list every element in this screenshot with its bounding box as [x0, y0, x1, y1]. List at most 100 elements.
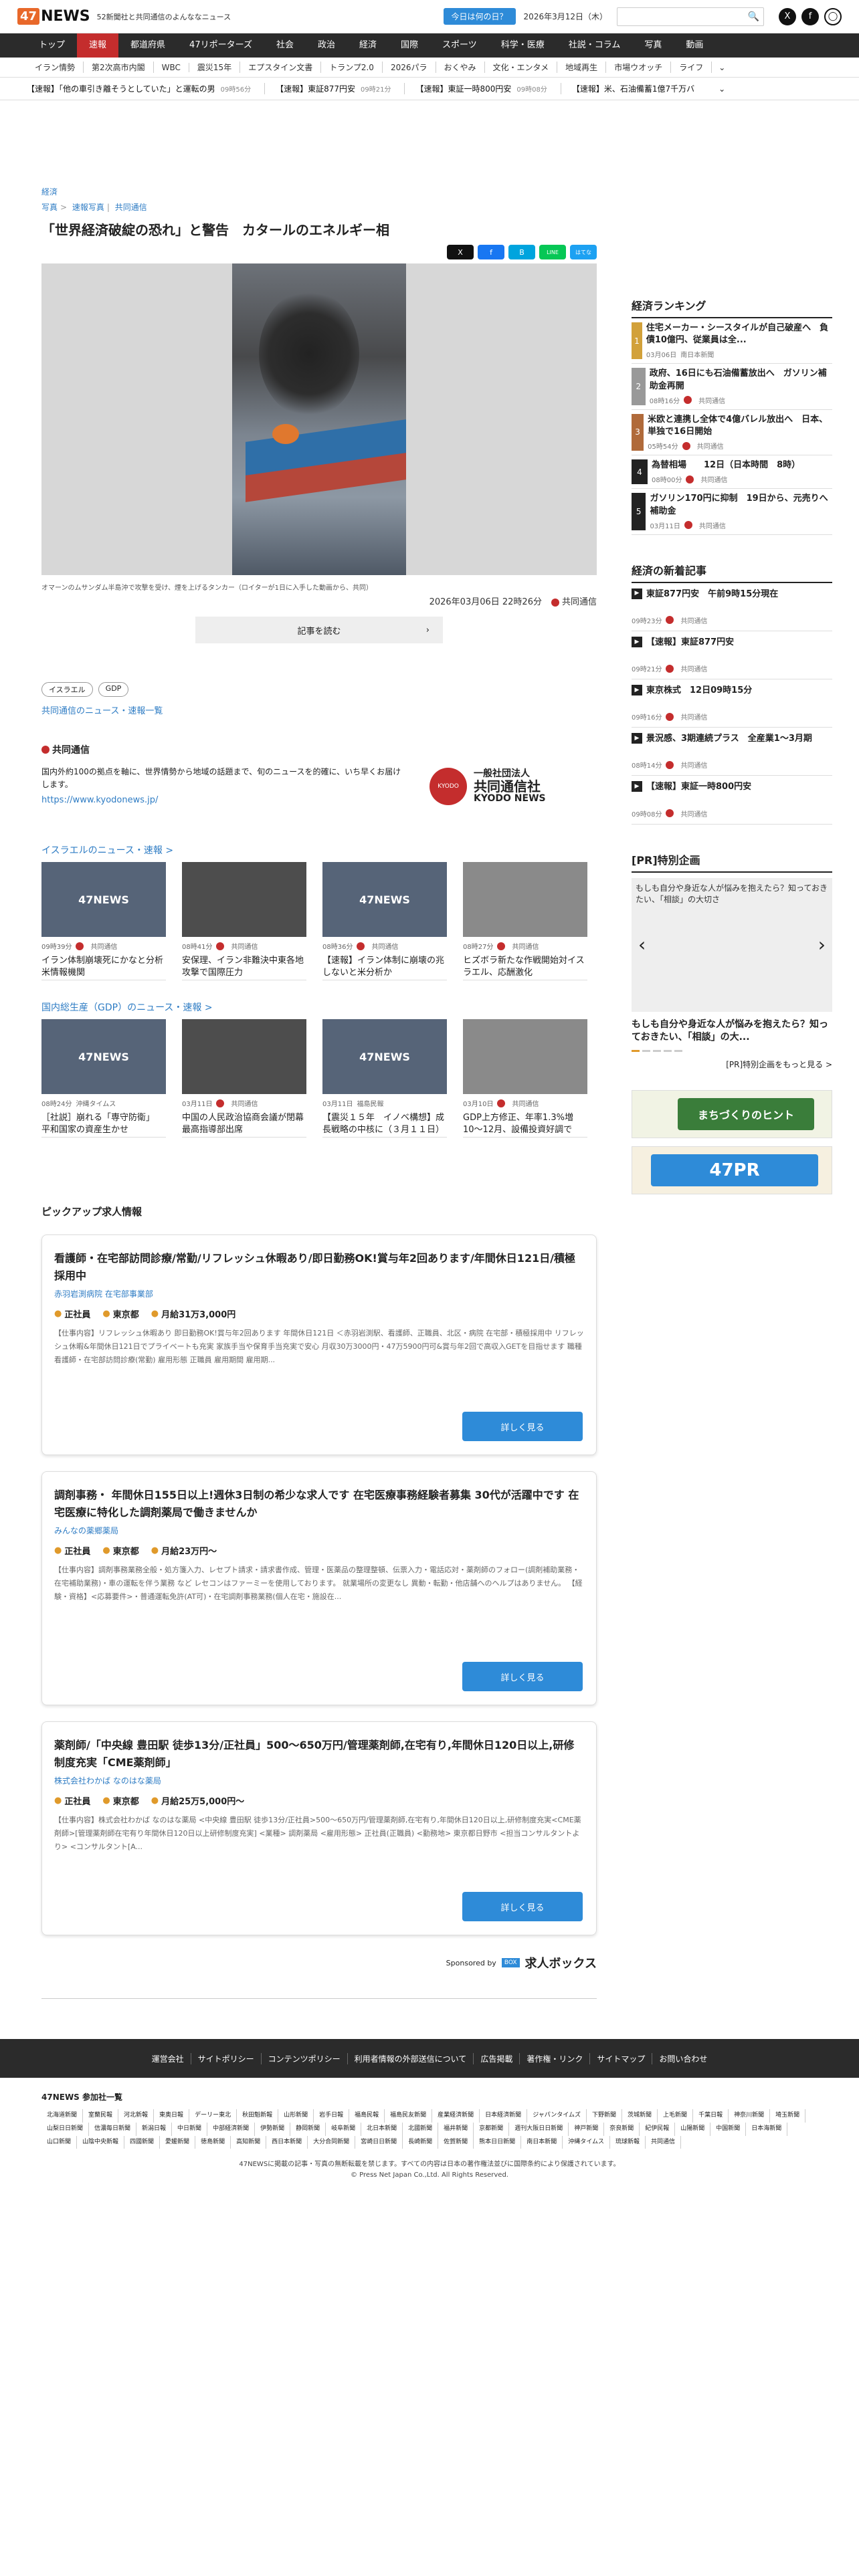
topic-item[interactable]: 地域再生 [557, 62, 607, 73]
job-detail-button[interactable]: 詳しく見る [462, 1662, 583, 1691]
topic-item[interactable]: イラン情勢 [27, 62, 84, 73]
job-card[interactable]: 薬剤師/「中央線 豊田駅 徒歩13分/正社員」500～650万円/管理薬剤師,在… [41, 1721, 597, 1935]
member-paper-link[interactable]: 茨城新聞 [622, 2109, 658, 2123]
ticker-item[interactable]: 【速報】「他の車引き離そうとしていた」と運転の男 09時56分 [27, 83, 266, 94]
nav-editorial[interactable]: 社説・コラム [557, 33, 633, 58]
member-paper-link[interactable]: 山形新聞 [278, 2109, 314, 2123]
newest-item[interactable]: ▶ 東証877円安 午前9時15分現在 09時23分 共同通信 [632, 583, 832, 631]
nav-photos[interactable]: 写真 [632, 33, 674, 58]
nav-videos[interactable]: 動画 [674, 33, 715, 58]
member-paper-link[interactable]: デーリー東北 [189, 2109, 237, 2123]
member-paper-link[interactable]: 中日新聞 [172, 2122, 208, 2136]
member-paper-link[interactable]: 上毛新聞 [658, 2109, 694, 2123]
footer-link[interactable]: サイトポリシー [191, 2052, 262, 2064]
job-detail-button[interactable]: 詳しく見る [462, 1412, 583, 1441]
tag-gdp[interactable]: GDP [98, 682, 129, 697]
member-paper-link[interactable]: 熊本日日新聞 [474, 2135, 522, 2149]
member-paper-link[interactable]: 新潟日報 [136, 2122, 173, 2136]
nav-breaking[interactable]: 速報 [77, 33, 119, 58]
member-paper-link[interactable]: 徳島新聞 [195, 2135, 231, 2149]
footer-link[interactable]: お問い合わせ [652, 2053, 714, 2064]
nav-society[interactable]: 社会 [264, 33, 306, 58]
topic-item[interactable]: おくやみ [436, 62, 485, 73]
topic-item[interactable]: 2026パラ [383, 62, 436, 73]
pr-carousel[interactable]: もしも自分や身近な人が悩みを抱えたら？知っておきたい、「相談」の大切さ ‹ › [632, 877, 832, 1012]
member-paper-link[interactable]: 奈良新聞 [604, 2122, 640, 2136]
news-card[interactable]: 08時41分 共同通信 安保理、イラン非難決中東各地攻撃で国際圧力 [182, 862, 306, 980]
article-category[interactable]: 経済 [41, 186, 597, 197]
news-card[interactable]: 08時27分 共同通信 ヒズボラ新たな作戦開始対イスラエル、応酬激化 [463, 862, 587, 980]
member-paper-link[interactable]: 日本経済新聞 [480, 2109, 528, 2123]
member-paper-link[interactable]: 埼玉新聞 [770, 2109, 806, 2123]
footer-link[interactable]: コンテンツポリシー [262, 2052, 348, 2064]
globe-icon[interactable]: ◯ [824, 7, 842, 25]
chevron-right-icon[interactable]: › [818, 934, 826, 956]
topic-item[interactable]: WBC [154, 62, 189, 72]
share-facebook-button[interactable]: f [478, 245, 504, 259]
topic-item[interactable]: ライフ [671, 62, 712, 73]
job-card[interactable]: 看護師・在宅部訪問診療/常勤/リフレッシュ休暇あり/即日勤務OK!賞与年2回あり… [41, 1235, 597, 1455]
member-paper-link[interactable]: 長崎新聞 [403, 2135, 439, 2149]
nav-prefectures[interactable]: 都道府県 [118, 33, 177, 58]
member-paper-link[interactable]: 伊勢新聞 [255, 2122, 291, 2136]
carousel-dots[interactable] [632, 1049, 832, 1052]
sponsor-name[interactable]: 求人ボックス [525, 1954, 597, 1971]
newest-item[interactable]: ▶ 景況感、3期連続プラス 全産業1～3月期 08時14分 共同通信 [632, 728, 832, 776]
member-paper-link[interactable]: 福島民報 [349, 2109, 385, 2123]
member-paper-link[interactable]: 河北新報 [118, 2109, 155, 2123]
kyodo-news-link[interactable]: 共同通信のニュース・速報一覧 [41, 704, 597, 716]
member-paper-link[interactable]: 北日本新聞 [361, 2122, 403, 2136]
ranking-item[interactable]: 4 為替相場 12日（日本時間 8時） 08時00分 共同通信 [632, 455, 832, 490]
footer-link[interactable]: 利用者情報の外部送信について [348, 2052, 474, 2064]
job-card[interactable]: 調剤事務・ 年間休日155日以上!週休3日制の希少な求人です 在宅医療事務経験者… [41, 1471, 597, 1705]
tag-israel[interactable]: イスラエル [41, 682, 93, 697]
member-paper-link[interactable]: 産業経済新聞 [432, 2109, 480, 2123]
job-title[interactable]: 調剤事務・ 年間休日155日以上!週休3日制の希少な求人です 在宅医療事務経験者… [54, 1487, 584, 1521]
topic-item[interactable]: エプスタイン文書 [240, 62, 322, 73]
member-paper-link[interactable]: 静岡新聞 [290, 2122, 326, 2136]
topic-item[interactable]: 第2次高市内閣 [84, 62, 154, 73]
member-paper-link[interactable]: 室蘭民報 [83, 2109, 119, 2123]
machizukuri-banner[interactable]: まちづくりのヒント [632, 1089, 832, 1138]
topic-item[interactable]: トランプ2.0 [321, 62, 383, 73]
nav-science[interactable]: 科学・医療 [489, 33, 557, 58]
search-icon[interactable]: 🔍 [748, 11, 759, 22]
ranking-item[interactable]: 1 住宅メーカー・シースタイルが自己破産へ 負債10億円、従業員は全... 03月0… [632, 318, 832, 364]
member-paper-link[interactable]: 信濃毎日新聞 [89, 2122, 137, 2136]
news-card[interactable]: 47NEWS 08時36分 共同通信 【速報】イラン体制に崩壊の兆しないと米分析か [322, 862, 447, 980]
member-paper-link[interactable]: 山陽新聞 [675, 2122, 711, 2136]
news-card[interactable]: 47NEWS 03月11日 福島民報 【震災１５年 イノベ構想】成長戦略の中核に（３月… [322, 1019, 447, 1138]
member-paper-link[interactable]: 宮崎日日新聞 [355, 2135, 403, 2149]
pr-more-link[interactable]: [PR]特別企画をもっと見る > [632, 1059, 832, 1070]
member-paper-link[interactable]: 岐阜新聞 [326, 2122, 362, 2136]
member-paper-link[interactable]: 千葉日報 [693, 2109, 729, 2123]
topic-item[interactable]: 市場ウオッチ [606, 62, 672, 73]
read-more-button[interactable]: 記事を読む › [195, 617, 443, 643]
member-paper-link[interactable]: 中国新聞 [710, 2122, 747, 2136]
newest-item[interactable]: ▶ 東京株式 12日09時15分 09時16分 共同通信 [632, 679, 832, 728]
gdp-section-title[interactable]: 国内総生産（GDP）のニュース・速報 > [41, 1000, 597, 1014]
topic-item[interactable]: 文化・エンタメ [485, 62, 558, 73]
chevron-left-icon[interactable]: ‹ [638, 934, 646, 956]
nav-top[interactable]: トップ [27, 33, 77, 58]
footer-link[interactable]: 著作権・リンク [520, 2052, 591, 2064]
ranking-item[interactable]: 3 米欧と連携し全体で4億バレル放出へ 日本、単独で16日開始 05時54分 共同通信 [632, 410, 832, 456]
share-line-button[interactable]: LINE [539, 245, 566, 259]
member-paper-link[interactable]: 神奈川新聞 [729, 2109, 771, 2123]
member-paper-link[interactable]: 中部経済新聞 [207, 2122, 256, 2136]
nav-reporters[interactable]: 47リポーターズ [177, 33, 264, 58]
newest-item[interactable]: ▶ 【速報】東証877円安 09時21分 共同通信 [632, 631, 832, 680]
member-paper-link[interactable]: 神戸新聞 [569, 2122, 605, 2136]
member-paper-link[interactable]: 佐賀新聞 [438, 2135, 474, 2149]
chevron-down-icon[interactable]: ⌄ [719, 84, 725, 94]
facebook-icon[interactable]: f [801, 7, 819, 25]
site-logo[interactable]: 47 NEWS [17, 8, 90, 25]
member-paper-link[interactable]: 沖縄タイムス [563, 2135, 611, 2149]
job-title[interactable]: 看護師・在宅部訪問診療/常勤/リフレッシュ休暇あり/即日勤務OK!賞与年2回あり… [54, 1250, 584, 1284]
x-icon[interactable]: X [779, 7, 796, 25]
member-paper-link[interactable]: 秋田魁新報 [237, 2109, 279, 2123]
pr-caption[interactable]: もしも自分や身近な人が悩みを抱えたら？知っておきたい、「相談」の大... [632, 1018, 832, 1045]
member-paper-link[interactable]: 日本海新聞 [746, 2122, 788, 2136]
member-paper-link[interactable]: 共同通信 [646, 2135, 682, 2149]
member-paper-link[interactable]: 福井新聞 [438, 2122, 474, 2136]
